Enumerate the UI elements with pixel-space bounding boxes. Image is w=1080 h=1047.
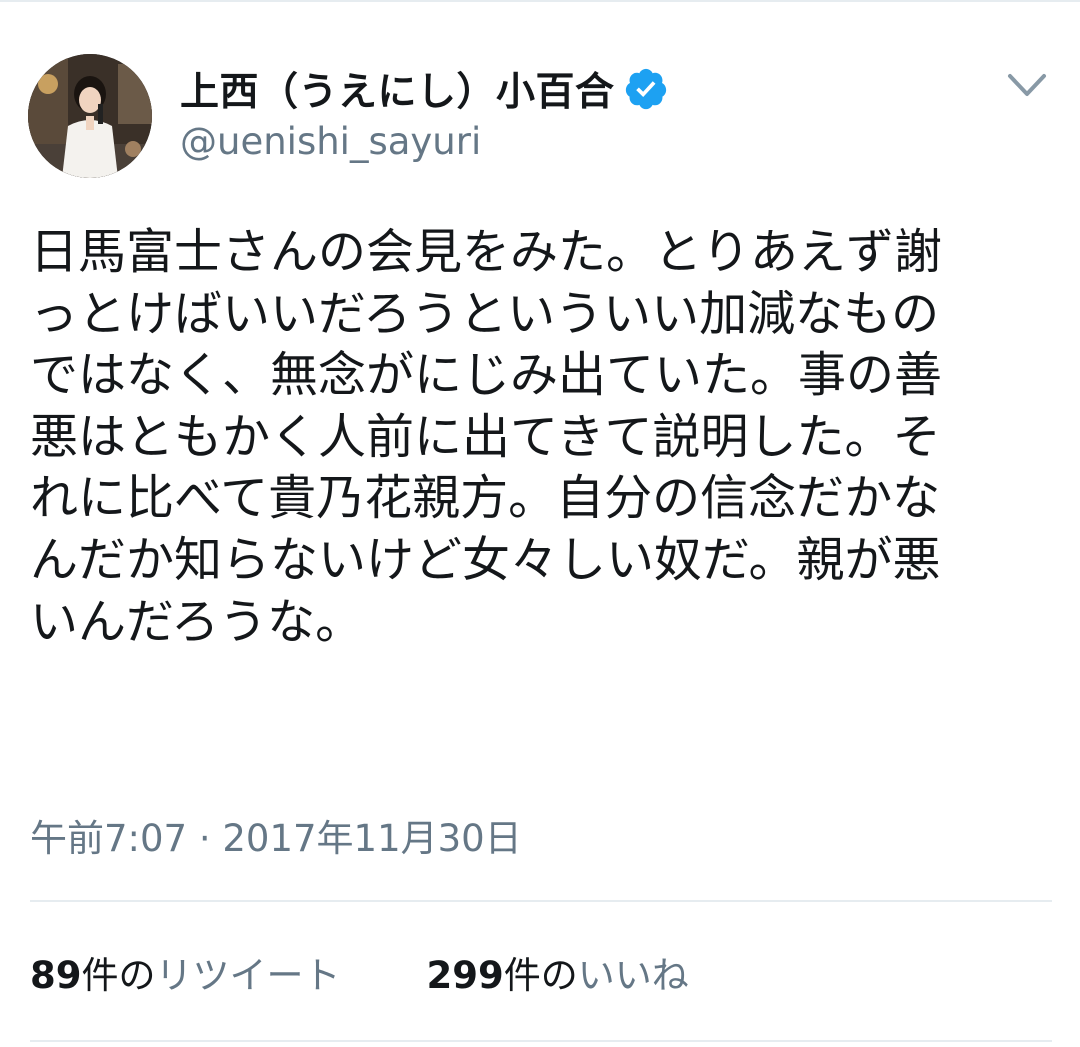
author-handle[interactable]: @uenishi_sayuri [180,120,481,163]
tweet-line: いんだろうな。 [30,593,364,650]
like-count-number: 299 [426,954,504,997]
divider [30,900,1052,902]
retweet-label: リツイート [155,954,341,997]
author-name-row: 上西（うえにし）小百合 [180,61,669,117]
top-divider [0,0,1080,2]
tweet-line: れに比べて貴乃花親方。自分の信念だかな [30,470,941,527]
divider [30,1040,1052,1042]
tweet-line: んだか知らないけど女々しい奴だ。親が悪 [30,531,941,588]
retweet-count-unit: 件の [81,954,156,997]
tweet-stats: 89 件の リツイート 299 件の いいね [30,945,689,999]
like-count[interactable]: 299 件の いいね [427,945,689,999]
display-name[interactable]: 上西（うえにし）小百合 [180,61,615,117]
like-label: いいね [577,954,689,997]
verified-badge-icon [625,68,666,110]
tweet-line: 日馬富士さんの会見をみた。とりあえず謝 [30,224,943,280]
tweet-line: 悪はともかく人前に出てきて説明した。そ [30,408,941,465]
avatar-photo [28,54,152,178]
retweet-count[interactable]: 89 件の リツイート [30,945,341,999]
like-count-unit: 件の [503,954,578,997]
tweet-text: 日馬富士さんの会見をみた。とりあえず謝 っとけばいいだろうといういい加減なもの … [30,222,1030,653]
chevron-down-icon[interactable] [1002,64,1052,110]
tweet-timestamp[interactable]: 午前7:07 · 2017年11月30日 [30,808,522,862]
retweet-count-number: 89 [30,954,82,997]
tweet-line: ではなく、無念がにじみ出ていた。事の善 [30,347,943,404]
avatar[interactable] [28,54,152,178]
tweet-line: っとけばいいだろうといういい加減なもの [30,285,940,342]
